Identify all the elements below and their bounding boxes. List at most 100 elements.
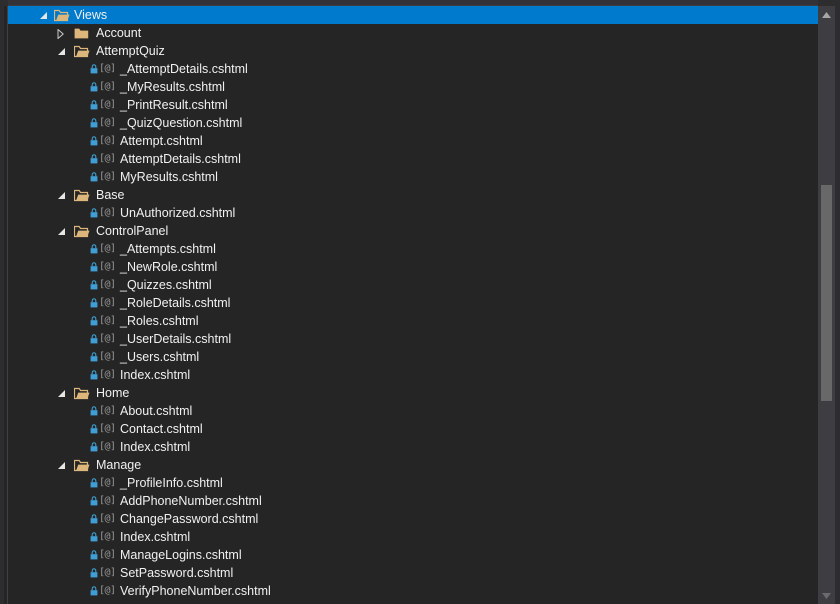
tree-folder-row[interactable]: Account	[8, 24, 818, 42]
tree-file-row[interactable]: [@] VerifyPhoneNumber.cshtml	[8, 582, 818, 600]
file-label: UnAuthorized.cshtml	[120, 206, 236, 220]
expander-collapse-icon[interactable]	[54, 456, 68, 474]
solution-explorer-panel: Views Account AttemptQuiz [@] _AttemptDetail…	[0, 0, 840, 604]
tree-file-row[interactable]: [@] _MyResults.cshtml	[8, 78, 818, 96]
tree-file-row[interactable]: [@] _Users.cshtml	[8, 348, 818, 366]
expander-collapse-icon[interactable]	[54, 222, 68, 240]
scrollbar-down-arrow-icon[interactable]	[818, 587, 835, 604]
folder-label: Home	[96, 386, 130, 400]
expander-collapse-icon[interactable]	[36, 6, 50, 24]
folder-open-icon	[74, 384, 90, 402]
file-label: _UserDetails.cshtml	[120, 332, 232, 346]
vertical-scrollbar[interactable]	[818, 6, 835, 604]
file-label: Attempt.cshtml	[120, 134, 203, 148]
razor-view-icon: [@]	[99, 63, 116, 74]
tree-file-row[interactable]: [@] SetPassword.cshtml	[8, 564, 818, 582]
scrollbar-thumb[interactable]	[821, 185, 832, 401]
folder-label: ControlPanel	[96, 224, 169, 238]
tree-file-row[interactable]: [@] _ProfileInfo.cshtml	[8, 474, 818, 492]
tree-file-row[interactable]: [@] _Quizzes.cshtml	[8, 276, 818, 294]
lock-icon	[90, 150, 99, 168]
razor-view-icon: [@]	[99, 81, 116, 92]
tree-folder-row[interactable]: Views	[8, 6, 818, 24]
tree-file-row[interactable]: [@] _Attempts.cshtml	[8, 240, 818, 258]
expander-collapse-icon[interactable]	[54, 186, 68, 204]
tree-file-row[interactable]: [@] Index.cshtml	[8, 528, 818, 546]
razor-view-icon: [@]	[99, 315, 116, 326]
lock-icon	[90, 438, 99, 456]
lock-icon	[90, 258, 99, 276]
expander-expand-icon[interactable]	[54, 24, 68, 42]
tree-file-row[interactable]: [@] About.cshtml	[8, 402, 818, 420]
tree-folder-row[interactable]: Manage	[8, 456, 818, 474]
tree-file-row[interactable]: [@] _PrintResult.cshtml	[8, 96, 818, 114]
tree-file-row[interactable]: [@] MyResults.cshtml	[8, 168, 818, 186]
tree-file-row[interactable]: [@] Attempt.cshtml	[8, 132, 818, 150]
tree-file-row[interactable]: [@] _Roles.cshtml	[8, 312, 818, 330]
file-label: Index.cshtml	[120, 530, 191, 544]
tree-folder-row[interactable]: ControlPanel	[8, 222, 818, 240]
razor-view-icon: [@]	[99, 567, 116, 578]
folder-label: Base	[96, 188, 125, 202]
tree-file-row[interactable]: [@] ChangePassword.cshtml	[8, 510, 818, 528]
razor-view-icon: [@]	[99, 495, 116, 506]
tree-folder-row[interactable]: AttemptQuiz	[8, 42, 818, 60]
lock-icon	[90, 78, 99, 96]
scrollbar-up-arrow-icon[interactable]	[818, 6, 835, 23]
razor-view-icon: [@]	[99, 423, 116, 434]
file-label: _Users.cshtml	[120, 350, 200, 364]
tree-file-row[interactable]: [@] AttemptDetails.cshtml	[8, 150, 818, 168]
lock-icon	[90, 366, 99, 384]
tree-file-row[interactable]: [@] _NewRole.cshtml	[8, 258, 818, 276]
tree-file-row[interactable]: [@] AddPhoneNumber.cshtml	[8, 492, 818, 510]
file-label: ChangePassword.cshtml	[120, 512, 259, 526]
folder-label: Views	[74, 8, 108, 22]
file-label: ManageLogins.cshtml	[120, 548, 242, 562]
lock-icon	[90, 60, 99, 78]
tree-file-row[interactable]: [@] _QuizQuestion.cshtml	[8, 114, 818, 132]
right-edge	[835, 0, 840, 604]
folder-open-icon	[74, 222, 90, 240]
tree-file-row[interactable]: [@] _AttemptDetails.cshtml	[8, 60, 818, 78]
tree-file-row[interactable]: [@] Index.cshtml	[8, 366, 818, 384]
razor-view-icon: [@]	[99, 99, 116, 110]
tree-file-row[interactable]: [@] _UserDetails.cshtml	[8, 330, 818, 348]
lock-icon	[90, 402, 99, 420]
tree-file-row[interactable]: [@] _RoleDetails.cshtml	[8, 294, 818, 312]
razor-view-icon: [@]	[99, 585, 116, 596]
lock-icon	[90, 168, 99, 186]
lock-icon	[90, 114, 99, 132]
file-tree[interactable]: Views Account AttemptQuiz [@] _AttemptDetail…	[8, 6, 818, 604]
lock-icon	[90, 546, 99, 564]
razor-view-icon: [@]	[99, 117, 116, 128]
folder-open-icon	[54, 6, 70, 24]
expander-collapse-icon[interactable]	[54, 384, 68, 402]
lock-icon	[90, 312, 99, 330]
lock-icon	[90, 294, 99, 312]
lock-icon	[90, 582, 99, 600]
tree-file-row[interactable]: [@] UnAuthorized.cshtml	[8, 204, 818, 222]
razor-view-icon: [@]	[99, 333, 116, 344]
razor-view-icon: [@]	[99, 351, 116, 362]
razor-view-icon: [@]	[99, 135, 116, 146]
tree-file-row[interactable]: [@] Index.cshtml	[8, 438, 818, 456]
file-label: _ProfileInfo.cshtml	[120, 476, 223, 490]
razor-view-icon: [@]	[99, 405, 116, 416]
lock-icon	[90, 96, 99, 114]
tree-file-row[interactable]: [@] Contact.cshtml	[8, 420, 818, 438]
file-label: AttemptDetails.cshtml	[120, 152, 241, 166]
razor-view-icon: [@]	[99, 207, 116, 218]
file-label: MyResults.cshtml	[120, 170, 218, 184]
lock-icon	[90, 330, 99, 348]
tree-file-row[interactable]: [@] ManageLogins.cshtml	[8, 546, 818, 564]
expander-collapse-icon[interactable]	[54, 42, 68, 60]
file-label: _Attempts.cshtml	[120, 242, 216, 256]
file-label: VerifyPhoneNumber.cshtml	[120, 584, 271, 598]
file-label: Contact.cshtml	[120, 422, 203, 436]
tree-folder-row[interactable]: Base	[8, 186, 818, 204]
file-label: _RoleDetails.cshtml	[120, 296, 231, 310]
file-label: Index.cshtml	[120, 440, 191, 454]
tree-folder-row[interactable]: Home	[8, 384, 818, 402]
file-label: _AttemptDetails.cshtml	[120, 62, 248, 76]
folder-open-icon	[74, 42, 90, 60]
